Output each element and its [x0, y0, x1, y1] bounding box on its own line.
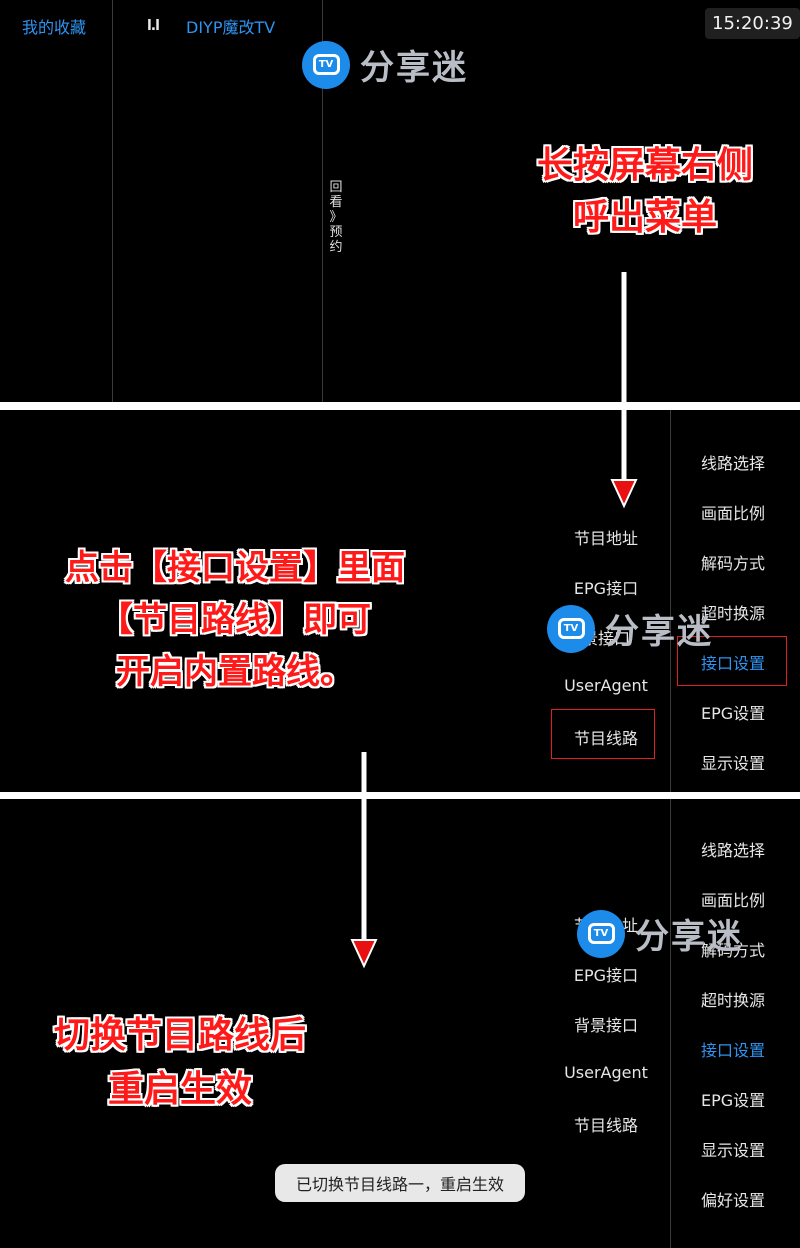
vertical-char: 回: [329, 180, 343, 195]
playback-reservation-toggle[interactable]: 回 看 》 预 约: [328, 180, 344, 255]
highlight-box: [551, 709, 655, 759]
menu-item-aspect-ratio[interactable]: 画面比例: [701, 500, 765, 524]
watermark-text: 分享迷: [360, 48, 468, 88]
watermark-logo: TV 分享迷: [547, 604, 713, 653]
favorites-tab[interactable]: 我的收藏: [22, 14, 86, 38]
separator: [0, 792, 800, 799]
double-chevron-icon: 》: [329, 210, 343, 225]
channel-name[interactable]: DIYP魔改TV: [186, 14, 275, 38]
column-divider: [112, 0, 113, 402]
separator: [0, 402, 800, 410]
submenu-item-epg-interface[interactable]: EPG接口: [546, 962, 666, 986]
menu-item-decoding[interactable]: 解码方式: [701, 550, 765, 574]
menu-item-display-settings[interactable]: 显示设置: [701, 1137, 765, 1161]
annotation-restart: 切换节目路线后 重启生效: [53, 1015, 306, 1110]
submenu-item-program-address[interactable]: 节目地址: [546, 525, 666, 549]
menu-item-route-select[interactable]: 线路选择: [701, 450, 765, 474]
menu-item-epg-settings[interactable]: EPG设置: [701, 1087, 765, 1111]
signal-icon: l.l: [147, 18, 160, 34]
menu-divider: [670, 410, 671, 792]
submenu-item-useragent[interactable]: UserAgent: [546, 676, 666, 695]
menu-item-epg-settings[interactable]: EPG设置: [701, 700, 765, 724]
toast-message: 已切换节目线路一，重启生效: [275, 1164, 525, 1202]
watermark-logo: TV 分享迷: [577, 909, 743, 958]
watermark-logo: TV 分享迷: [302, 40, 468, 89]
menu-item-preferences[interactable]: 偏好设置: [701, 1187, 765, 1211]
tv-logo-icon: TV: [302, 40, 350, 89]
screenshot-panel-1: 我的收藏 l.l DIYP魔改TV 15:20:39 回 看 》 预 约 TV …: [0, 0, 800, 402]
submenu-item-background-interface[interactable]: 背景接口: [546, 1012, 666, 1036]
vertical-char: 约: [329, 240, 343, 255]
menu-divider: [670, 799, 671, 1248]
menu-item-route-select[interactable]: 线路选择: [701, 837, 765, 861]
menu-item-display-settings[interactable]: 显示设置: [701, 750, 765, 774]
watermark-text: 分享迷: [635, 917, 743, 957]
menu-item-interface-settings[interactable]: 接口设置: [701, 1037, 765, 1061]
vertical-char: 预: [329, 225, 343, 240]
menu-item-timeout-switch[interactable]: 超时换源: [701, 987, 765, 1011]
clock: 15:20:39: [705, 8, 800, 39]
tv-logo-icon: TV: [577, 909, 625, 958]
screenshot-panel-2: 线路选择 画面比例 解码方式 超时换源 接口设置 EPG设置 显示设置 节目地址…: [0, 410, 800, 792]
submenu-item-epg-interface[interactable]: EPG接口: [546, 575, 666, 599]
annotation-click-interface: 点击【接口设置】里面 【节目路线】即可 开启内置路线。: [65, 548, 405, 692]
tv-logo-icon: TV: [547, 604, 595, 653]
submenu-item-useragent[interactable]: UserAgent: [546, 1063, 666, 1082]
watermark-text: 分享迷: [605, 612, 713, 652]
submenu-item-program-route[interactable]: 节目线路: [546, 1112, 666, 1136]
menu-item-aspect-ratio[interactable]: 画面比例: [701, 887, 765, 911]
vertical-char: 看: [329, 195, 343, 210]
annotation-long-press: 长按屏幕右侧 呼出菜单: [536, 145, 753, 238]
